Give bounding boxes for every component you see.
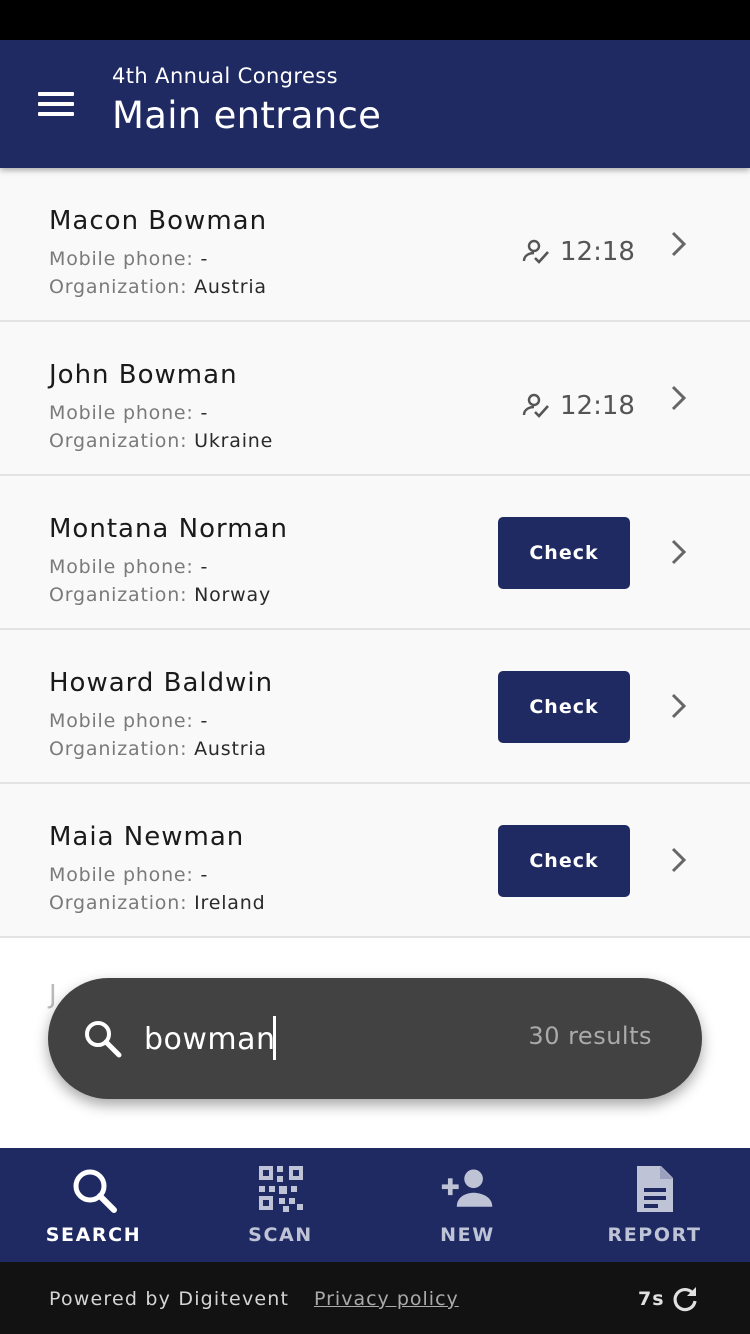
document-icon [636,1166,673,1212]
phone-value: - [200,402,209,424]
text-cursor [273,1016,276,1060]
qr-code-icon [258,1166,303,1212]
attendee-name: Howard Baldwin [49,668,274,698]
phone-label: Mobile phone: [49,556,194,578]
phone-value: - [200,710,209,732]
search-bar[interactable]: 30 results [48,978,702,1099]
nav-label: NEW [440,1224,495,1246]
menu-button[interactable] [24,80,88,128]
chevron-right-icon [671,847,687,873]
org-label: Organization: [49,276,188,298]
nav-label: SEARCH [45,1224,142,1246]
attendee-name: Montana Norman [49,514,288,544]
results-count: 30 results [528,1022,652,1050]
attendee-name: John Bowman [49,360,238,390]
page-title: Main entrance [112,94,382,137]
nav-report[interactable]: REPORT [561,1148,748,1262]
check-in-button[interactable]: Check [498,671,630,743]
phone-label: Mobile phone: [49,248,194,270]
person-check-icon [522,393,549,418]
nav-label: REPORT [607,1224,702,1246]
phone-value: - [200,248,209,270]
chevron-right-icon [671,539,687,565]
search-icon [73,1169,117,1213]
refresh-icon[interactable] [670,1284,700,1314]
menu-icon [38,92,74,96]
refresh-timer: 7s [638,1288,665,1310]
org-label: Organization: [49,738,188,760]
attendee-row[interactable]: Macon Bowman Mobile phone: - Organizatio… [0,168,750,322]
nav-new[interactable]: NEW [374,1148,561,1262]
attendee-name: Macon Bowman [49,206,268,236]
phone-value: - [200,864,209,886]
org-value: Austria [194,738,267,760]
nav-search[interactable]: SEARCH [0,1148,187,1262]
add-person-icon [441,1169,492,1207]
chevron-right-icon [671,693,687,719]
org-value: Ukraine [194,430,274,452]
phone-value: - [200,556,209,578]
bottom-nav: SEARCH SCAN NEW REPORT [0,1148,750,1262]
status-bar [0,0,750,40]
org-value: Norway [194,584,272,606]
attendee-row[interactable]: John Bowman Mobile phone: - Organization… [0,322,750,476]
footer: Powered by Digitevent Privacy policy 7s [0,1262,750,1334]
phone-label: Mobile phone: [49,402,194,424]
phone-label: Mobile phone: [49,864,194,886]
checked-in-time: 12:18 [522,234,635,270]
chevron-right-icon [671,385,687,411]
powered-by-text: Powered by Digitevent [49,1288,290,1310]
attendee-name: Maia Newman [49,822,245,852]
search-input[interactable] [144,1014,444,1064]
org-label: Organization: [49,892,188,914]
person-check-icon [522,239,549,264]
nav-label: SCAN [248,1224,313,1246]
checked-in-time: 12:18 [522,388,635,424]
chevron-right-icon [671,231,687,257]
phone-label: Mobile phone: [49,710,194,732]
privacy-policy-link[interactable]: Privacy policy [314,1288,459,1310]
event-subtitle: 4th Annual Congress [112,64,338,88]
check-in-button[interactable]: Check [498,517,630,589]
org-value: Austria [194,276,267,298]
attendee-row[interactable]: Howard Baldwin Mobile phone: - Organizat… [0,630,750,784]
check-in-button[interactable]: Check [498,825,630,897]
org-value: Ireland [194,892,266,914]
search-icon [85,1021,122,1058]
time-text: 12:18 [560,237,635,267]
attendee-row[interactable]: Montana Norman Mobile phone: - Organizat… [0,476,750,630]
app-bar: 4th Annual Congress Main entrance [0,40,750,168]
nav-scan[interactable]: SCAN [187,1148,374,1262]
org-label: Organization: [49,430,188,452]
attendee-row[interactable]: Maia Newman Mobile phone: - Organization… [0,784,750,938]
org-label: Organization: [49,584,188,606]
time-text: 12:18 [560,391,635,421]
